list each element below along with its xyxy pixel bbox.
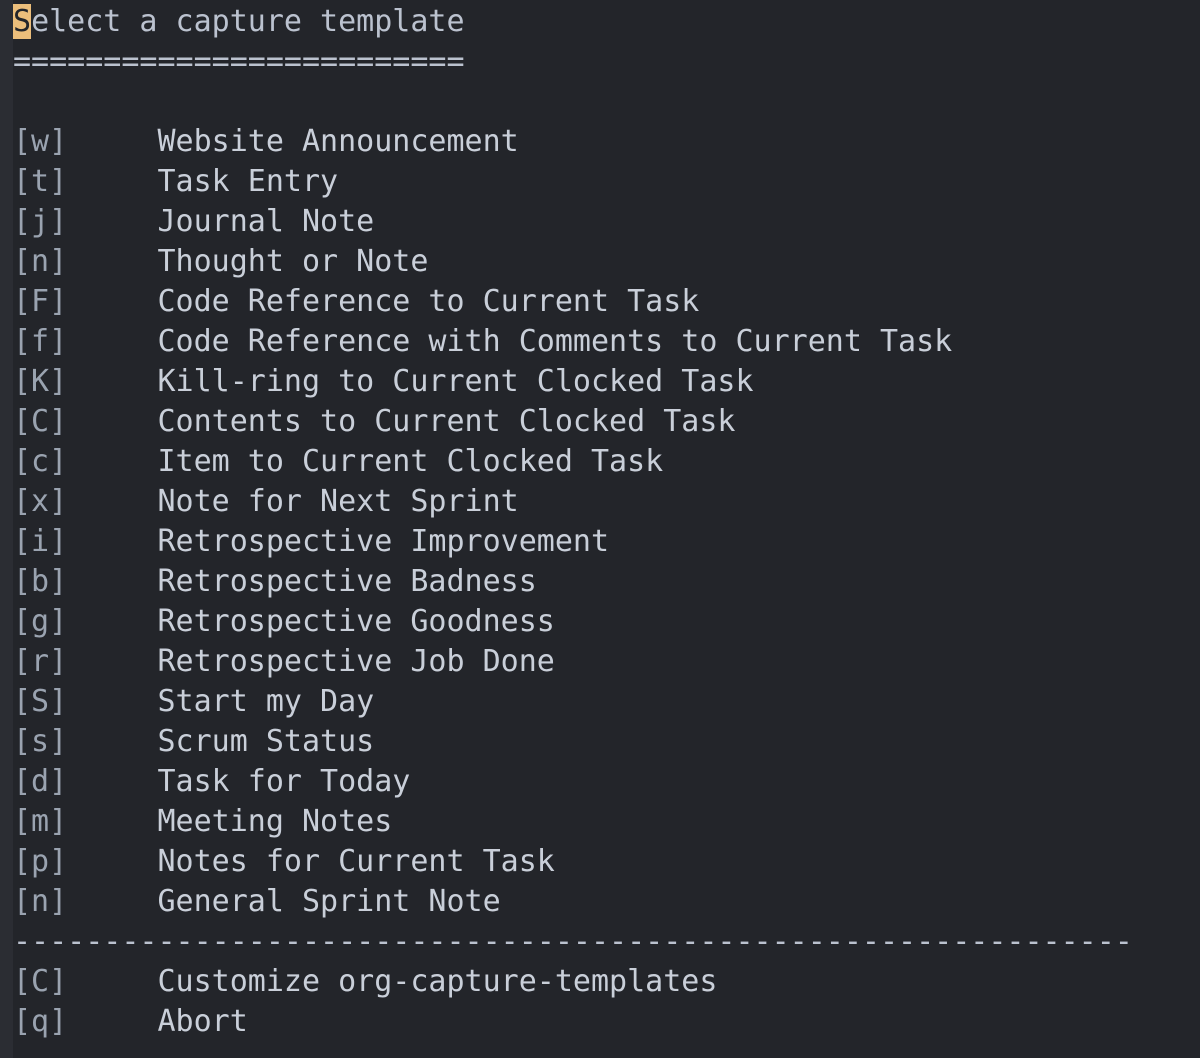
key-label-gap xyxy=(67,204,157,239)
template-key: [C] xyxy=(13,404,68,439)
template-row-n[interactable]: [n] Thought or Note xyxy=(13,242,1200,282)
template-row-x[interactable]: [x] Note for Next Sprint xyxy=(13,482,1200,522)
text-cursor[interactable]: S xyxy=(13,4,32,39)
key-label-gap xyxy=(67,644,157,679)
template-key: [j] xyxy=(13,204,68,239)
key-label-gap xyxy=(67,684,157,719)
template-label: Contents to Current Clocked Task xyxy=(157,404,736,439)
key-label-gap xyxy=(67,244,157,279)
template-row-d[interactable]: [d] Task for Today xyxy=(13,762,1200,802)
template-row-i[interactable]: [i] Retrospective Improvement xyxy=(13,522,1200,562)
template-key: [i] xyxy=(13,524,68,559)
window-fringe xyxy=(0,0,13,1058)
template-key: [x] xyxy=(13,484,68,519)
template-label: Retrospective Goodness xyxy=(157,604,555,639)
template-row-s[interactable]: [s] Scrum Status xyxy=(13,722,1200,762)
key-label-gap xyxy=(67,284,157,319)
template-label: Customize org-capture-templates xyxy=(157,964,718,999)
template-label: Start my Day xyxy=(157,684,375,719)
template-key: [K] xyxy=(13,364,68,399)
page-title-text: elect a capture template xyxy=(31,4,465,39)
key-label-gap xyxy=(67,564,157,599)
template-row-q[interactable]: [q] Abort xyxy=(13,1002,1200,1042)
template-key: [F] xyxy=(13,284,68,319)
template-label: Retrospective Improvement xyxy=(157,524,610,559)
template-row-n[interactable]: [n] General Sprint Note xyxy=(13,882,1200,922)
key-label-gap xyxy=(67,724,157,759)
template-key: [f] xyxy=(13,324,68,359)
template-label: Scrum Status xyxy=(157,724,375,759)
command-list: [C] Customize org-capture-templates [q] A… xyxy=(13,962,1200,1042)
template-key: [g] xyxy=(13,604,68,639)
template-label: Journal Note xyxy=(157,204,375,239)
template-key: [d] xyxy=(13,764,68,799)
template-row-F[interactable]: [F] Code Reference to Current Task xyxy=(13,282,1200,322)
key-label-gap xyxy=(67,964,157,999)
key-label-gap xyxy=(67,444,157,479)
template-label: Abort xyxy=(157,1004,248,1039)
template-key: [b] xyxy=(13,564,68,599)
template-label: Thought or Note xyxy=(157,244,429,279)
capture-template-buffer: Select a capture template ==============… xyxy=(13,0,1200,1058)
key-label-gap xyxy=(67,404,157,439)
template-row-c[interactable]: [c] Item to Current Clocked Task xyxy=(13,442,1200,482)
template-label: Task Entry xyxy=(157,164,339,199)
template-label: Website Announcement xyxy=(157,124,519,159)
template-label: General Sprint Note xyxy=(157,884,501,919)
template-label: Task for Today xyxy=(157,764,411,799)
key-label-gap xyxy=(67,364,157,399)
template-key: [w] xyxy=(13,124,68,159)
key-label-gap xyxy=(67,1004,157,1039)
template-key: [C] xyxy=(13,964,68,999)
key-label-gap xyxy=(67,324,157,359)
template-label: Code Reference with Comments to Current … xyxy=(157,324,953,359)
template-key: [t] xyxy=(13,164,68,199)
template-row-g[interactable]: [g] Retrospective Goodness xyxy=(13,602,1200,642)
template-label: Code Reference to Current Task xyxy=(157,284,700,319)
list-separator: ----------------------------------------… xyxy=(13,924,1133,959)
key-label-gap xyxy=(67,884,157,919)
template-row-C[interactable]: [C] Customize org-capture-templates xyxy=(13,962,1200,1002)
key-label-gap xyxy=(67,124,157,159)
template-row-m[interactable]: [m] Meeting Notes xyxy=(13,802,1200,842)
key-label-gap xyxy=(67,484,157,519)
key-label-gap xyxy=(67,764,157,799)
template-key: [q] xyxy=(13,1004,68,1039)
template-key: [S] xyxy=(13,684,68,719)
template-row-b[interactable]: [b] Retrospective Badness xyxy=(13,562,1200,602)
title-underline: ========================= xyxy=(13,44,465,79)
template-row-w[interactable]: [w] Website Announcement xyxy=(13,122,1200,162)
template-key: [c] xyxy=(13,444,68,479)
template-list: [w] Website Announcement [t] Task Entry [j… xyxy=(13,122,1200,922)
key-label-gap xyxy=(67,164,157,199)
template-key: [n] xyxy=(13,244,68,279)
template-row-C[interactable]: [C] Contents to Current Clocked Task xyxy=(13,402,1200,442)
emacs-capture-window: Select a capture template ==============… xyxy=(0,0,1200,1058)
template-key: [s] xyxy=(13,724,68,759)
key-label-gap xyxy=(67,604,157,639)
template-label: Retrospective Job Done xyxy=(157,644,555,679)
template-row-r[interactable]: [r] Retrospective Job Done xyxy=(13,642,1200,682)
template-label: Note for Next Sprint xyxy=(157,484,519,519)
template-label: Retrospective Badness xyxy=(157,564,537,599)
template-label: Kill-ring to Current Clocked Task xyxy=(157,364,754,399)
key-label-gap xyxy=(67,804,157,839)
template-label: Item to Current Clocked Task xyxy=(157,444,664,479)
template-row-K[interactable]: [K] Kill-ring to Current Clocked Task xyxy=(13,362,1200,402)
key-label-gap xyxy=(67,524,157,559)
template-label: Meeting Notes xyxy=(157,804,393,839)
template-key: [r] xyxy=(13,644,68,679)
template-label: Notes for Current Task xyxy=(157,844,555,879)
template-row-p[interactable]: [p] Notes for Current Task xyxy=(13,842,1200,882)
template-key: [n] xyxy=(13,884,68,919)
template-row-S[interactable]: [S] Start my Day xyxy=(13,682,1200,722)
template-row-j[interactable]: [j] Journal Note xyxy=(13,202,1200,242)
template-row-t[interactable]: [t] Task Entry xyxy=(13,162,1200,202)
template-key: [m] xyxy=(13,804,68,839)
template-row-f[interactable]: [f] Code Reference with Comments to Curr… xyxy=(13,322,1200,362)
page-title: Select a capture template xyxy=(13,2,1200,42)
template-key: [p] xyxy=(13,844,68,879)
key-label-gap xyxy=(67,844,157,879)
